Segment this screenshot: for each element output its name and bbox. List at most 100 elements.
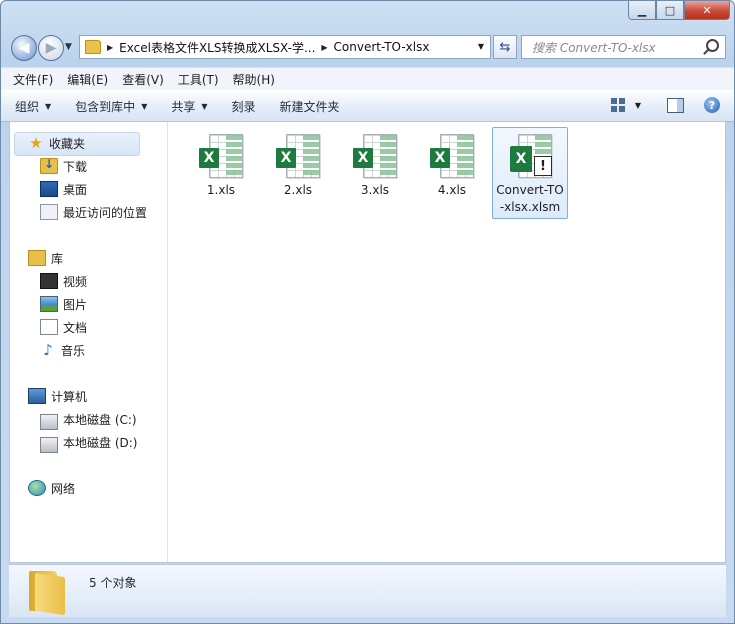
excel-macro-file-icon: X! <box>506 132 554 180</box>
file-item[interactable]: X 4.xls <box>415 128 489 201</box>
chevron-down-icon: ▼ <box>141 101 148 111</box>
menu-file[interactable]: 文件(F) <box>13 71 53 88</box>
nav-music-label: 音乐 <box>61 343 86 358</box>
burn-label: 刻录 <box>231 99 256 114</box>
drive-icon <box>40 437 58 453</box>
explorer-window: ▁ □ ✕ ◀ ▶ ▼ ▶ Excel表格文件XLS转换成XLSX-学... ▶… <box>0 0 735 624</box>
help-icon[interactable]: ? <box>704 97 720 113</box>
content-area: ★ 收藏夹 下载 桌面 最近访问的位置 库 视频 <box>9 121 726 563</box>
include-in-library-label: 包含到库中 <box>75 99 136 114</box>
chevron-right-icon[interactable]: ▶ <box>107 43 113 52</box>
nav-computer-label: 计算机 <box>51 389 88 404</box>
burn-button[interactable]: 刻录 <box>232 98 256 115</box>
nav-documents-label: 文档 <box>63 320 88 335</box>
minimize-button[interactable]: ▁ <box>628 1 656 20</box>
pictures-icon <box>40 296 58 312</box>
search-placeholder: 搜索 Convert-TO-xlsx <box>532 40 656 55</box>
address-row: ◀ ▶ ▼ ▶ Excel表格文件XLS转换成XLSX-学... ▶ Conve… <box>9 34 726 61</box>
nav-recent-places[interactable]: 最近访问的位置 <box>40 202 147 222</box>
nav-downloads[interactable]: 下载 <box>40 156 87 176</box>
search-input[interactable]: 搜索 Convert-TO-xlsx <box>521 35 726 59</box>
close-button[interactable]: ✕ <box>684 1 730 20</box>
search-icon[interactable] <box>706 39 719 52</box>
include-in-library-button[interactable]: 包含到库中 ▼ <box>75 98 147 115</box>
folder-icon <box>85 40 101 54</box>
nav-network-label: 网络 <box>51 481 76 496</box>
recent-pages-dropdown[interactable]: ▼ <box>65 42 72 52</box>
nav-network[interactable]: 网络 <box>28 478 75 498</box>
music-note-icon: ♪ <box>43 341 53 359</box>
nav-desktop[interactable]: 桌面 <box>40 179 87 199</box>
network-globe-icon <box>28 480 46 496</box>
address-bar[interactable]: ▶ Excel表格文件XLS转换成XLSX-学... ▶ Convert-TO-… <box>79 35 491 59</box>
recent-places-icon <box>40 204 58 220</box>
file-item-selected[interactable]: X! Convert-TO-xlsx.xlsm <box>492 127 568 219</box>
nav-computer[interactable]: 计算机 <box>28 386 87 406</box>
new-folder-button[interactable]: 新建文件夹 <box>280 98 340 115</box>
nav-desktop-label: 桌面 <box>63 182 88 197</box>
file-item[interactable]: X 3.xls <box>338 128 412 201</box>
computer-icon <box>28 388 46 404</box>
excel-file-icon: X <box>274 132 322 180</box>
nav-downloads-label: 下载 <box>63 159 88 174</box>
nav-pictures-label: 图片 <box>63 297 88 312</box>
downloads-folder-icon <box>40 157 58 174</box>
menu-view[interactable]: 查看(V) <box>122 71 164 88</box>
file-item[interactable]: X 1.xls <box>184 128 258 201</box>
chevron-down-icon: ▼ <box>201 101 208 111</box>
nav-drive-c[interactable]: 本地磁盘 (C:) <box>40 409 137 430</box>
nav-documents[interactable]: 文档 <box>40 317 87 337</box>
nav-videos-label: 视频 <box>63 274 88 289</box>
desktop-icon <box>40 181 58 197</box>
toolbar-right: ▼ ? <box>610 97 720 113</box>
breadcrumb-parent[interactable]: Excel表格文件XLS转换成XLSX-学... <box>119 39 315 56</box>
nav-pictures[interactable]: 图片 <box>40 294 87 314</box>
excel-file-icon: X <box>428 132 476 180</box>
menu-edit[interactable]: 编辑(E) <box>67 71 108 88</box>
file-list: X 1.xls X 2.xls X 3.xls X 4.xls X ! Conv… <box>168 122 725 562</box>
excel-file-icon: X <box>197 132 245 180</box>
nav-videos[interactable]: 视频 <box>40 271 87 291</box>
nav-drive-d-label: 本地磁盘 (D:) <box>63 435 138 450</box>
forward-button[interactable]: ▶ <box>38 35 64 61</box>
view-options-icon[interactable] <box>610 98 625 112</box>
share-label: 共享 <box>171 99 196 114</box>
address-dropdown-icon[interactable]: ▼ <box>478 42 484 51</box>
library-icon <box>28 250 46 266</box>
star-icon: ★ <box>29 134 43 152</box>
chevron-right-icon[interactable]: ▶ <box>321 43 327 52</box>
maximize-button[interactable]: □ <box>656 1 684 20</box>
nav-recent-label: 最近访问的位置 <box>63 205 148 220</box>
preview-pane-icon[interactable] <box>667 97 684 113</box>
back-button[interactable]: ◀ <box>11 35 37 61</box>
details-pane: 5 个对象 <box>9 564 726 617</box>
nav-drive-d[interactable]: 本地磁盘 (D:) <box>40 432 138 453</box>
breadcrumb-current[interactable]: Convert-TO-xlsx <box>334 40 430 54</box>
navigation-pane: ★ 收藏夹 下载 桌面 最近访问的位置 库 视频 <box>10 122 168 562</box>
organize-button[interactable]: 组织 ▼ <box>15 98 51 115</box>
file-name: 3.xls <box>360 183 390 197</box>
window-controls: ▁ □ ✕ <box>628 1 730 20</box>
share-button[interactable]: 共享 ▼ <box>171 98 207 115</box>
excel-file-icon: X <box>351 132 399 180</box>
file-name: Convert-TO-xlsx.xlsm <box>496 183 564 214</box>
nav-libraries[interactable]: 库 <box>28 248 63 268</box>
item-count: 5 个对象 <box>89 576 137 590</box>
nav-music[interactable]: ♪ 音乐 <box>40 340 85 360</box>
nav-drive-c-label: 本地磁盘 (C:) <box>63 412 137 427</box>
file-name: 1.xls <box>206 183 236 197</box>
documents-icon <box>40 319 58 335</box>
view-dropdown-icon[interactable]: ▼ <box>635 101 641 110</box>
nav-favorites-label: 收藏夹 <box>49 136 86 151</box>
organize-label: 组织 <box>15 99 40 114</box>
menu-help[interactable]: 帮助(H) <box>233 71 275 88</box>
nav-favorites[interactable]: ★ 收藏夹 <box>28 133 85 153</box>
chevron-down-icon: ▼ <box>45 101 52 111</box>
video-icon <box>40 273 58 289</box>
new-folder-label: 新建文件夹 <box>279 99 340 114</box>
menu-bar: 文件(F) 编辑(E) 查看(V) 工具(T) 帮助(H) <box>1 67 734 90</box>
system-drive-icon <box>40 414 58 430</box>
refresh-button[interactable]: ⇆ <box>493 35 517 59</box>
file-item[interactable]: X 2.xls <box>261 128 335 201</box>
menu-tools[interactable]: 工具(T) <box>178 71 219 88</box>
